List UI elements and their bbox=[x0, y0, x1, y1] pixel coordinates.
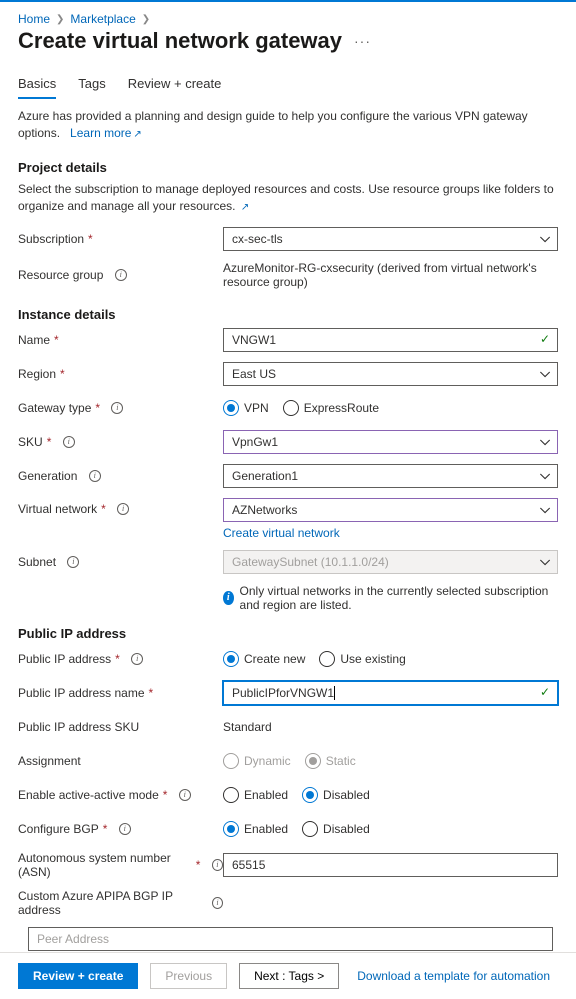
resource-group-label: Resource group bbox=[18, 268, 103, 282]
subscription-label: Subscription bbox=[18, 232, 84, 246]
configure-bgp-label: Configure BGP bbox=[18, 822, 99, 836]
info-icon[interactable]: i bbox=[212, 859, 223, 871]
more-icon[interactable]: ··· bbox=[354, 33, 371, 49]
public-ip-sku-label: Public IP address SKU bbox=[18, 720, 139, 734]
external-link-icon: ↗ bbox=[241, 202, 249, 213]
chevron-right-icon: ❯ bbox=[142, 14, 150, 25]
sku-label: SKU bbox=[18, 435, 43, 449]
section-instance-details: Instance details bbox=[18, 307, 558, 322]
generation-label: Generation bbox=[18, 469, 77, 483]
radio-use-existing[interactable]: Use existing bbox=[319, 651, 405, 667]
name-input[interactable]: VNGW1 bbox=[223, 328, 558, 352]
external-link-icon: ↗ bbox=[133, 129, 141, 140]
info-icon[interactable]: i bbox=[119, 823, 131, 835]
name-label: Name bbox=[18, 333, 50, 347]
info-icon[interactable]: i bbox=[212, 897, 223, 909]
radio-aa-disabled[interactable]: Disabled bbox=[302, 787, 370, 803]
download-template-link[interactable]: Download a template for automation bbox=[357, 969, 550, 983]
radio-create-new[interactable]: Create new bbox=[223, 651, 305, 667]
info-icon[interactable]: i bbox=[111, 402, 123, 414]
public-ip-sku-value: Standard bbox=[223, 720, 272, 734]
radio-bgp-enabled[interactable]: Enabled bbox=[223, 821, 288, 837]
active-active-label: Enable active-active mode bbox=[18, 788, 159, 802]
page-title: Create virtual network gateway bbox=[18, 28, 342, 54]
public-ip-name-input[interactable]: PublicIPforVNGW1 bbox=[223, 681, 558, 705]
region-label: Region bbox=[18, 367, 56, 381]
resource-group-value: AzureMonitor-RG-cxsecurity (derived from… bbox=[223, 261, 558, 289]
virtual-network-select[interactable]: AZNetworks bbox=[223, 498, 558, 522]
tab-tags[interactable]: Tags bbox=[78, 72, 105, 99]
radio-dynamic: Dynamic bbox=[223, 753, 291, 769]
asn-input[interactable]: 65515 bbox=[223, 853, 558, 877]
review-create-button[interactable]: Review + create bbox=[18, 963, 138, 989]
project-desc: Select the subscription to manage deploy… bbox=[18, 181, 558, 215]
section-project-details: Project details bbox=[18, 160, 558, 175]
info-icon[interactable]: i bbox=[131, 653, 143, 665]
previous-button: Previous bbox=[150, 963, 227, 989]
vnet-info-banner: i Only virtual networks in the currently… bbox=[223, 584, 558, 612]
breadcrumb-marketplace[interactable]: Marketplace bbox=[70, 12, 135, 26]
apipa-label: Custom Azure APIPA BGP IP address bbox=[18, 889, 201, 917]
info-icon[interactable]: i bbox=[115, 269, 127, 281]
virtual-network-label: Virtual network bbox=[18, 502, 97, 516]
info-icon: i bbox=[223, 591, 234, 605]
peer-address-input[interactable]: Peer Address bbox=[28, 927, 553, 951]
section-public-ip: Public IP address bbox=[18, 626, 558, 641]
region-select[interactable]: East US bbox=[223, 362, 558, 386]
radio-expressroute[interactable]: ExpressRoute bbox=[283, 400, 379, 416]
subnet-label: Subnet bbox=[18, 555, 56, 569]
radio-static: Static bbox=[305, 753, 356, 769]
info-icon[interactable]: i bbox=[67, 556, 79, 568]
tab-review[interactable]: Review + create bbox=[128, 72, 222, 99]
assignment-label: Assignment bbox=[18, 754, 81, 768]
info-icon[interactable]: i bbox=[117, 503, 129, 515]
subnet-select: GatewaySubnet (10.1.1.0/24) bbox=[223, 550, 558, 574]
subscription-select[interactable]: cx-sec-tls bbox=[223, 227, 558, 251]
next-tags-button[interactable]: Next : Tags > bbox=[239, 963, 339, 989]
footer: Review + create Previous Next : Tags > D… bbox=[0, 952, 576, 999]
gateway-type-label: Gateway type bbox=[18, 401, 91, 415]
tab-basics[interactable]: Basics bbox=[18, 72, 56, 99]
generation-select[interactable]: Generation1 bbox=[223, 464, 558, 488]
info-icon[interactable]: i bbox=[89, 470, 101, 482]
radio-bgp-disabled[interactable]: Disabled bbox=[302, 821, 370, 837]
radio-vpn[interactable]: VPN bbox=[223, 400, 269, 416]
asn-label: Autonomous system number (ASN) bbox=[18, 851, 192, 879]
info-icon[interactable]: i bbox=[63, 436, 75, 448]
create-virtual-network-link[interactable]: Create virtual network bbox=[223, 526, 558, 540]
intro-text: Azure has provided a planning and design… bbox=[18, 108, 558, 142]
sku-select[interactable]: VpnGw1 bbox=[223, 430, 558, 454]
learn-more-link[interactable]: Learn more↗ bbox=[70, 126, 142, 140]
breadcrumb: Home ❯ Marketplace ❯ bbox=[18, 12, 558, 26]
radio-aa-enabled[interactable]: Enabled bbox=[223, 787, 288, 803]
public-ip-label: Public IP address bbox=[18, 652, 111, 666]
info-icon[interactable]: i bbox=[179, 789, 191, 801]
breadcrumb-home[interactable]: Home bbox=[18, 12, 50, 26]
tabs: Basics Tags Review + create bbox=[18, 72, 558, 100]
public-ip-name-label: Public IP address name bbox=[18, 686, 145, 700]
chevron-right-icon: ❯ bbox=[56, 14, 64, 25]
